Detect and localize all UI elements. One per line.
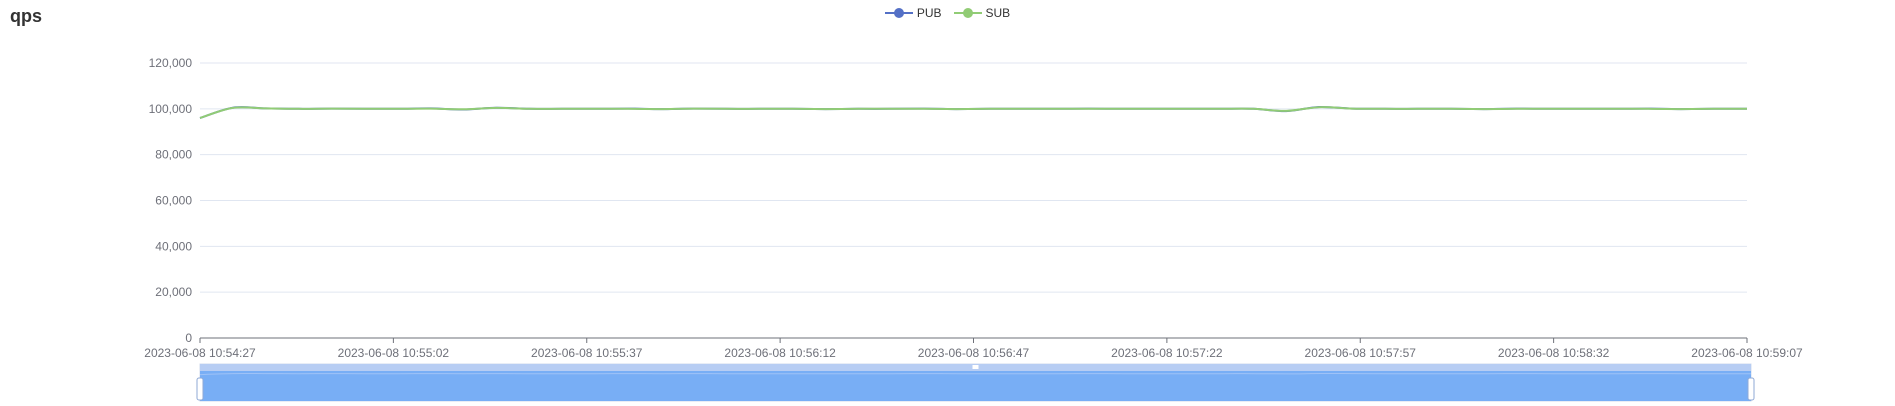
x-tick-label: 2023-06-08 10:54:27	[144, 346, 256, 360]
x-tick-label: 2023-06-08 10:58:32	[1498, 346, 1610, 360]
grid-lines	[200, 62, 1747, 293]
y-tick-label: 100,000	[149, 102, 193, 116]
zoom-handle-right	[1747, 377, 1755, 401]
y-axis-ticks: 0 20,000 40,000 60,000 80,000 100,000 120,000	[149, 56, 193, 345]
y-tick-label: 20,000	[155, 285, 192, 299]
y-tick-label: 40,000	[155, 239, 192, 253]
y-tick-label: 120,000	[149, 56, 193, 70]
series-lines	[199, 105, 1747, 119]
series-line-sub	[199, 106, 1747, 119]
zoom-selected-area	[200, 371, 1751, 401]
y-tick-label: 80,000	[155, 148, 192, 162]
x-tick-label: 2023-06-08 10:56:47	[918, 346, 1030, 360]
x-tick-label: 2023-06-08 10:55:37	[531, 346, 643, 360]
zoom-move-handle	[972, 365, 979, 369]
x-tick-label: 2023-06-08 10:57:22	[1111, 346, 1223, 360]
x-tick-label: 2023-06-08 10:56:12	[724, 346, 836, 360]
y-tick-label: 60,000	[155, 194, 192, 208]
data-zoom-slider[interactable]	[196, 363, 1755, 402]
zoom-handle-left	[196, 377, 204, 401]
x-axis: 2023-06-08 10:54:27 2023-06-08 10:55:02 20…	[144, 337, 1803, 360]
x-tick-label: 2023-06-08 10:57:57	[1305, 346, 1417, 360]
x-tick-label: 2023-06-08 10:55:02	[338, 346, 450, 360]
x-tick-label: 2023-06-08 10:59:07	[1691, 346, 1803, 360]
y-tick-label: 0	[185, 331, 192, 345]
qps-line-chart: 020,00040,00060,00080,000100,000120,000 …	[144, 56, 1803, 402]
